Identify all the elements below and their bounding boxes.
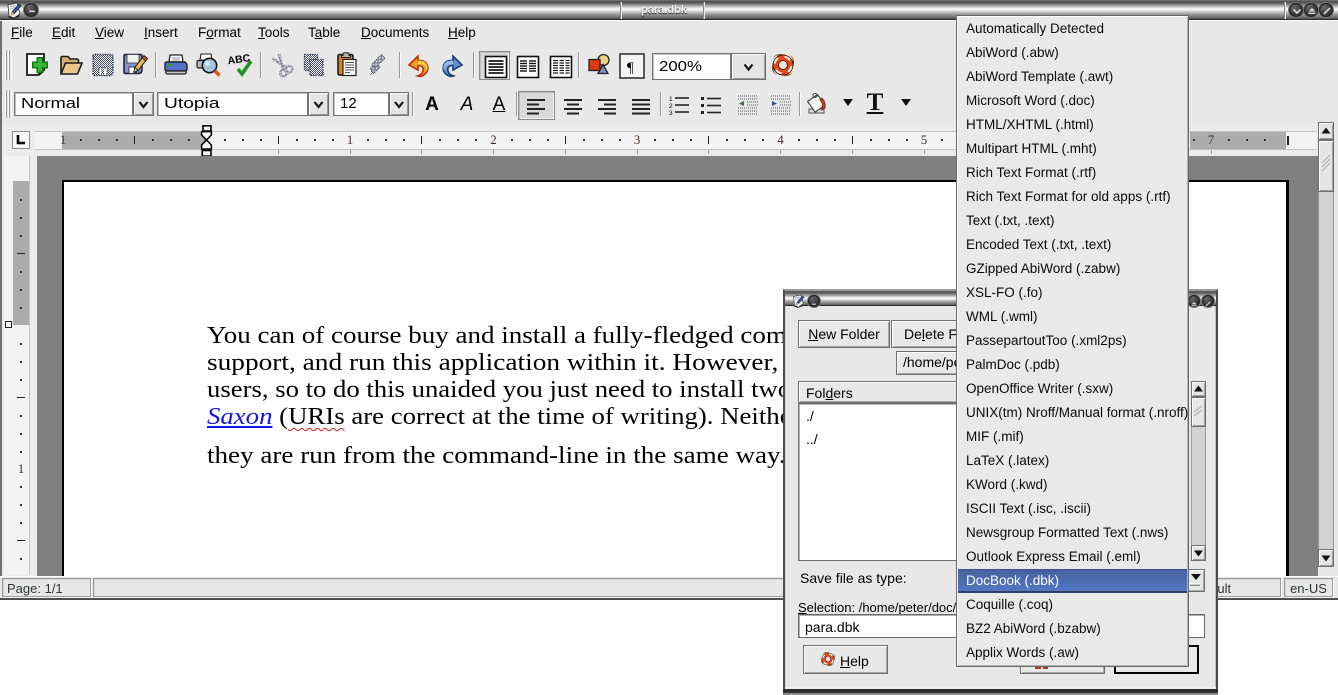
svg-text:1: 1 bbox=[669, 96, 673, 103]
svg-text:3: 3 bbox=[669, 110, 673, 116]
svg-text:¶: ¶ bbox=[627, 60, 634, 76]
svg-text:2: 2 bbox=[669, 103, 673, 110]
